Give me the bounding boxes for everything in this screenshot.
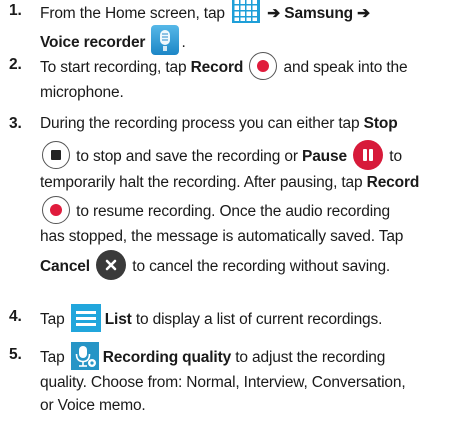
step-text: and speak into the [283,59,408,77]
step-text: Tap [40,349,65,367]
step-text: Tap [40,311,65,329]
apps-grid-icon [231,0,261,24]
step-line: To start recording, tap Record and speak… [40,52,472,82]
step-line: or Voice memo. [40,396,146,414]
step-1: 1. From the Home screen, tap ➔ Samsung ➔ [0,0,472,58]
step-line: Cancel to cancel the recording without s… [40,249,472,282]
record-label: Record [366,173,420,191]
step-line: Tap List to display a list of current re… [40,304,472,334]
step-line: During the recording process you can eit… [40,113,472,136]
step-number: 3. [9,115,22,132]
step-text: to display a list of current recordings. [135,311,383,329]
step-text: To start recording, tap [40,59,187,77]
cancel-icon [96,249,127,280]
step-4: 4. Tap List to display a list of current… [0,304,472,334]
step-line: Tap Recording quality to adjust the reco… [40,342,472,372]
list-icon [70,304,101,332]
pause-label: Pause [302,147,347,165]
recording-quality-icon [70,342,99,370]
cancel-label: Cancel [40,257,90,275]
record-dot [50,204,62,216]
record-icon [249,52,278,80]
list-bar [75,317,96,320]
step-text: to resume recording. Once the audio reco… [76,203,390,221]
arrow-glyph: ➔ [267,5,281,23]
record-dot [257,60,270,72]
step-text: to cancel the recording without saving. [132,257,391,275]
step-text: to adjust the recording [235,349,386,367]
list-bar [75,323,96,326]
instruction-page: 1. From the Home screen, tap ➔ Samsung ➔ [0,0,472,425]
arrow-glyph: ➔ [357,5,371,23]
stop-icon [42,140,70,169]
recording-quality-label: Recording quality [102,349,232,367]
step-line: From the Home screen, tap ➔ Samsung ➔ [40,0,472,28]
step-number: 5. [9,346,22,363]
list-label: List [104,311,132,329]
step-line: to resume recording. Once the audio reco… [40,196,472,226]
step-line: to stop and save the recording or Pause … [40,139,472,172]
step-text: During the recording process you can eit… [40,115,360,132]
stop-label: Stop [363,115,398,132]
step-text: . [181,34,186,52]
step-line: quality. Choose from: Normal, Interview,… [40,374,406,391]
record-icon [42,196,70,224]
voice-recorder-label: Voice recorder [40,34,146,52]
step-line: microphone. [40,84,124,101]
step-number: 2. [9,56,22,73]
step-text: to stop and save the recording or [76,147,298,165]
step-number: 1. [9,2,22,19]
step-3: 3. During the recording process you can … [0,113,472,282]
record-label: Record [190,59,244,77]
step-line: has stopped, the message is automaticall… [40,228,404,245]
list-bar [75,311,96,314]
step-text: From the Home screen, tap [40,5,225,23]
step-number: 4. [9,308,22,325]
pause-icon [353,139,384,170]
step-5: 5. Tap Recording quality to adjust the r… [0,342,472,417]
step-text: temporarily halt the recording. After pa… [40,173,363,191]
step-2: 2. To start recording, tap Record and sp… [0,52,472,105]
step-line: temporarily halt the recording. After pa… [40,172,472,195]
stop-square [51,149,61,160]
step-text: to [389,147,402,165]
samsung-label: Samsung [284,5,353,23]
voice-recorder-app-icon [151,25,180,55]
